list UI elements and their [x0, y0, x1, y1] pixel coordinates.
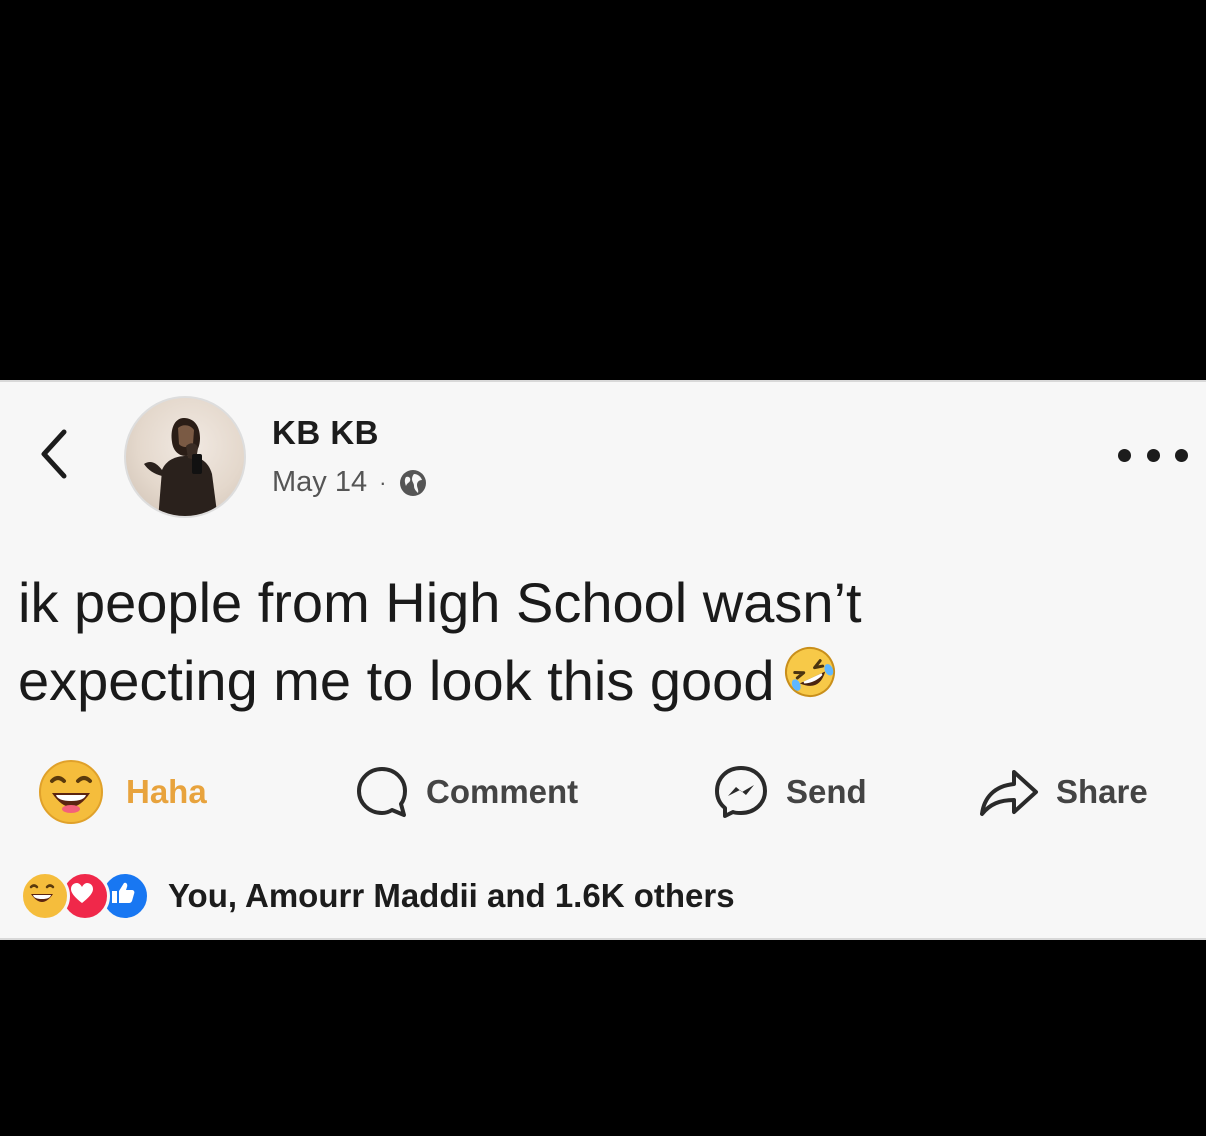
send-button[interactable]: Send	[712, 752, 867, 832]
more-dot	[1175, 448, 1188, 462]
globe-icon	[400, 469, 427, 496]
reaction-icons	[20, 871, 150, 921]
haha-reaction-icon	[20, 871, 70, 921]
author-name[interactable]: KB KB	[272, 414, 379, 452]
chevron-left-icon	[41, 429, 67, 479]
share-label: Share	[1056, 773, 1148, 810]
action-bar: Haha Comment Send Share	[0, 752, 1206, 832]
post-meta: May 14 ·	[272, 466, 428, 499]
reactions-summary[interactable]: You, Amourr Maddii and 1.6K others	[20, 871, 735, 921]
haha-label: Haha	[126, 773, 207, 810]
avatar[interactable]	[124, 396, 246, 518]
haha-icon	[39, 760, 103, 824]
post-text-line-2: expecting me to look this good	[18, 642, 1178, 724]
post-text-line-1: ik people from High School wasn’t	[18, 571, 862, 634]
more-dot	[1146, 448, 1160, 462]
comment-button[interactable]: Comment	[354, 752, 578, 832]
profile-photo	[144, 418, 218, 516]
messenger-icon	[715, 766, 767, 818]
back-button[interactable]	[28, 424, 78, 484]
post-date[interactable]: May 14	[272, 466, 367, 499]
post-text: ik people from High School wasn’t expect…	[18, 564, 1178, 724]
meta-separator: ·	[379, 469, 387, 495]
comment-label: Comment	[426, 773, 579, 810]
more-options-button[interactable]	[1118, 440, 1188, 470]
haha-button[interactable]: Haha	[38, 752, 207, 832]
comment-icon	[357, 767, 407, 817]
more-dot	[1118, 448, 1131, 462]
share-icon	[980, 770, 1038, 816]
post-card: KB KB May 14 · ik people from High Schoo…	[0, 380, 1206, 940]
share-button[interactable]: Share	[978, 752, 1148, 832]
send-label: Send	[786, 773, 867, 810]
post-text-line-2-text: expecting me to look this good	[18, 649, 775, 712]
rolling-on-floor-laughing-icon	[782, 642, 838, 720]
reaction-summary-text[interactable]: You, Amourr Maddii and 1.6K others	[168, 877, 735, 915]
